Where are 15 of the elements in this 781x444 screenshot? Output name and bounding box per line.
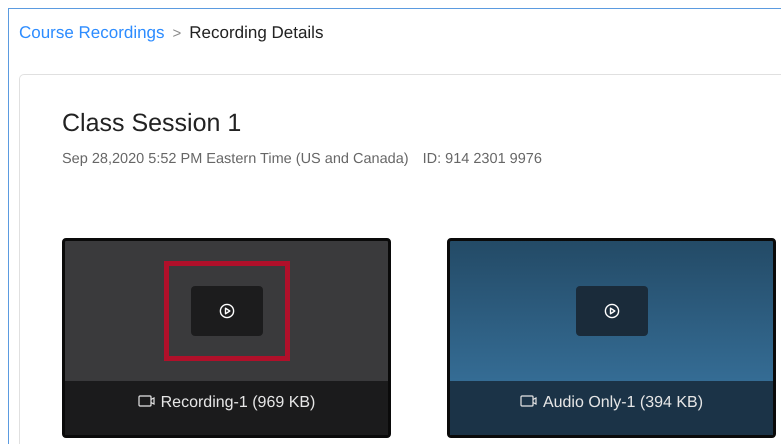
video-file-icon [138,394,156,408]
file-label: Audio Only-1 (394 KB) [542,394,704,412]
play-icon [218,303,234,319]
play-icon [604,303,620,319]
play-button[interactable] [190,286,262,336]
meeting-id: ID: 914 2301 9976 [422,151,542,167]
breadcrumb-current: Recording Details [189,23,324,43]
recording-thumbnail[interactable]: Recording-1 (969 KB) [62,238,391,438]
recording-date: Sep 28,2020 5:52 PM Eastern Time (US and Canada) [62,151,409,167]
play-button[interactable] [576,286,648,336]
breadcrumb-separator: > [172,24,182,42]
file-label: Recording-1 (969 KB) [160,394,316,412]
recording-title: Class Session 1 [62,109,242,138]
video-file-icon [520,394,538,408]
recording-thumbnail[interactable]: Audio Only-1 (394 KB) [447,238,776,438]
